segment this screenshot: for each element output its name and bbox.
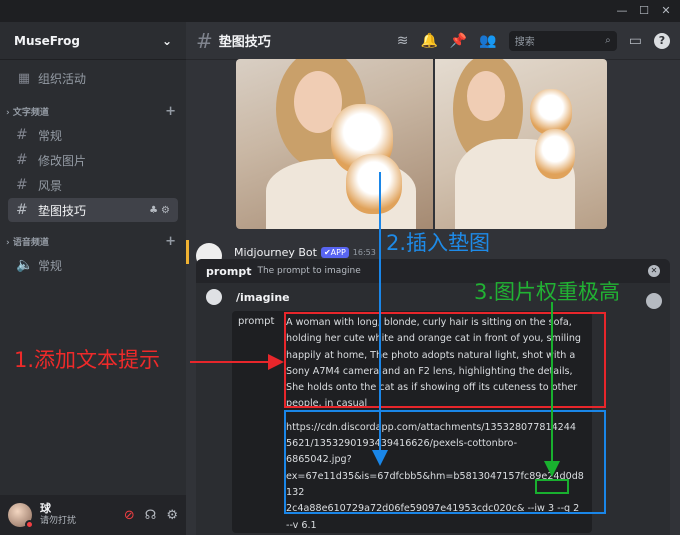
- mention-highlight: [186, 240, 189, 264]
- pin-icon[interactable]: 📌: [450, 33, 467, 49]
- voice-channels-category[interactable]: › 语音频道 +: [0, 230, 186, 252]
- sidebar-item-voice-1[interactable]: 🔈 常规: [8, 253, 178, 277]
- channel-header: # 垫图技巧 ≋ 🔔 📌 👥 搜索 ⌕ ▭ ?: [186, 22, 680, 60]
- command-name: /imagine: [236, 290, 290, 304]
- prompt-field-label: prompt: [238, 316, 275, 327]
- hash-icon: #: [16, 177, 28, 193]
- channel-label: 常规: [38, 128, 63, 143]
- user-status: 请勿打扰: [40, 516, 77, 526]
- calendar-icon: ▦: [17, 70, 31, 86]
- midjourney-icon: [206, 289, 222, 305]
- generated-image-1[interactable]: [236, 59, 433, 229]
- channel-tools: ♣ ⚙: [149, 205, 170, 216]
- timestamp: 16:53: [352, 247, 376, 257]
- maximize-icon[interactable]: ☐: [636, 3, 652, 19]
- close-icon[interactable]: ✕: [648, 265, 660, 277]
- author-name[interactable]: Midjourney Bot: [234, 246, 317, 259]
- members-icon[interactable]: 👥: [479, 33, 496, 49]
- sidebar-item-channel-1[interactable]: # 常规: [8, 123, 178, 147]
- sidebar-item-channel-2[interactable]: # 修改图片: [8, 148, 178, 172]
- user-controls: ⊘ ☊ ⚙: [124, 508, 178, 523]
- image-url-highlight: [284, 410, 606, 514]
- header-toolbar: ≋ 🔔 📌 👥 搜索 ⌕ ▭ ?: [397, 30, 670, 51]
- user-name: 球: [40, 502, 51, 515]
- option-key: prompt: [206, 264, 252, 278]
- hash-icon: #: [16, 202, 28, 218]
- title-bar: — ☐ ✕: [0, 0, 680, 22]
- inbox-icon[interactable]: ▭: [629, 33, 642, 49]
- avatar[interactable]: [8, 503, 34, 529]
- text-prompt-highlight: [284, 312, 606, 408]
- channel-label: 风景: [38, 178, 63, 193]
- gear-icon[interactable]: ⚙: [161, 205, 170, 216]
- bell-icon[interactable]: 🔔: [420, 33, 437, 49]
- minimize-icon[interactable]: —: [614, 3, 630, 19]
- sidebar-item-channel-3[interactable]: # 风景: [8, 173, 178, 197]
- category-label: › 语音频道: [6, 237, 49, 248]
- speaker-icon: 🔈: [16, 257, 34, 273]
- hash-icon: #: [196, 28, 213, 53]
- generated-image-2[interactable]: [435, 59, 607, 229]
- annotation-step1: 1.添加文本提示: [14, 348, 161, 372]
- channel-label: 垫图技巧: [38, 203, 87, 218]
- channel-label: 修改图片: [38, 153, 87, 168]
- invite-icon[interactable]: ♣: [149, 205, 158, 216]
- emoji-icon[interactable]: [646, 293, 662, 309]
- channel-title: 垫图技巧: [218, 35, 271, 50]
- user-panel: 球 请勿打扰 ⊘ ☊ ⚙: [0, 495, 186, 535]
- window-controls: — ☐ ✕: [614, 3, 674, 19]
- server-name: MuseFrog: [14, 33, 80, 48]
- annotation-step3: 3.图片权重极高: [474, 280, 621, 304]
- category-label: › 文字频道: [6, 107, 49, 118]
- sidebar-item-channel-4[interactable]: # 垫图技巧 ♣ ⚙: [8, 198, 178, 222]
- hash-icon: #: [16, 152, 28, 168]
- channel-sidebar: MuseFrog ⌄ ▦ 组织活动 › 文字频道 + # 常规 # 修改图片 #…: [0, 22, 186, 535]
- option-description: The prompt to imagine: [257, 266, 361, 276]
- events-item[interactable]: ▦ 组织活动: [0, 66, 186, 90]
- app-badge: ✔APP: [320, 246, 349, 258]
- dnd-status-icon: [25, 520, 34, 529]
- text-channels-category[interactable]: › 文字频道 +: [0, 100, 186, 122]
- command-line: /imagine: [206, 289, 290, 305]
- image-weight-highlight: [535, 479, 569, 494]
- search-input[interactable]: 搜索 ⌕: [508, 30, 617, 51]
- events-label: 组织活动: [38, 71, 87, 86]
- gear-icon[interactable]: ⚙: [166, 508, 178, 523]
- version-param: --v 6.1: [286, 519, 317, 531]
- headphones-icon[interactable]: ☊: [145, 508, 157, 523]
- search-placeholder: 搜索: [514, 37, 535, 48]
- add-channel-icon[interactable]: +: [165, 104, 176, 119]
- chevron-down-icon: ⌄: [161, 33, 172, 48]
- threads-icon[interactable]: ≋: [397, 33, 409, 49]
- add-channel-icon[interactable]: +: [165, 234, 176, 249]
- search-icon: ⌕: [605, 35, 611, 46]
- user-info[interactable]: 球 请勿打扰: [40, 503, 76, 527]
- mic-muted-icon[interactable]: ⊘: [124, 508, 135, 523]
- server-header[interactable]: MuseFrog ⌄: [0, 22, 186, 60]
- close-icon[interactable]: ✕: [658, 3, 674, 19]
- channel-label: 常规: [38, 258, 63, 273]
- help-icon[interactable]: ?: [654, 32, 670, 49]
- hash-icon: #: [16, 127, 28, 143]
- annotation-step2: 2.插入垫图: [386, 231, 491, 255]
